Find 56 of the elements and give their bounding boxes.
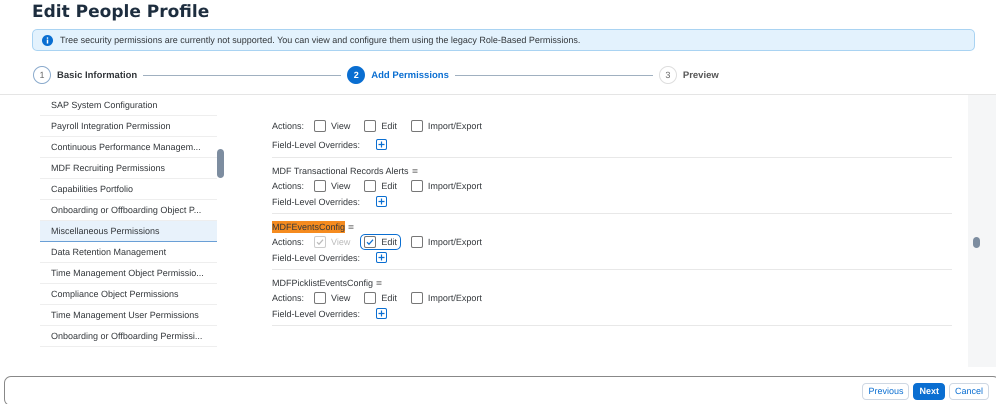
step-number[interactable]: 1 xyxy=(33,66,51,84)
checkbox[interactable]: Edit xyxy=(360,118,401,134)
overrides-label: Field-Level Overrides: xyxy=(272,196,360,207)
add-icon[interactable] xyxy=(376,196,388,208)
sidebar-item[interactable]: MDF Recruiting Permissions xyxy=(40,158,217,179)
check-icon xyxy=(315,236,326,247)
add-icon[interactable] xyxy=(376,252,388,264)
info-icon xyxy=(42,34,53,46)
sidebar-item[interactable]: Compliance Object Permissions xyxy=(40,284,217,305)
scrollbar-thumb[interactable] xyxy=(973,237,980,248)
footer-button[interactable]: Next xyxy=(913,382,945,400)
step-number[interactable]: 2 xyxy=(347,66,366,84)
step-label[interactable]: Basic Information xyxy=(57,70,138,80)
checkbox[interactable]: Import/Export xyxy=(406,118,486,134)
permission-name: MDF Transactional Records Alerts xyxy=(272,164,409,177)
checkbox[interactable]: View xyxy=(310,118,354,134)
sidebar-item[interactable]: Payroll Integration Permission xyxy=(40,116,217,137)
add-icon[interactable] xyxy=(376,139,388,150)
info-mark-icon xyxy=(412,168,418,174)
checkbox[interactable]: Edit xyxy=(360,234,401,250)
overrides-label: Field-Level Overrides: xyxy=(272,140,360,150)
overrides-label: Field-Level Overrides: xyxy=(272,252,360,263)
actions-label: Actions: xyxy=(272,292,304,303)
info-mark-icon xyxy=(376,280,382,286)
actions-label: Actions: xyxy=(272,120,304,130)
checkbox[interactable]: Edit xyxy=(360,178,401,194)
sidebar-item[interactable]: Time Management Object Permissio... xyxy=(40,263,217,284)
sidebar-item[interactable]: Data Retention Management xyxy=(40,242,217,263)
sidebar-item[interactable]: Onboarding or Offboarding Permissi... xyxy=(40,326,217,347)
step-number[interactable]: 3 xyxy=(658,66,677,84)
step-label[interactable]: Add Permissions xyxy=(371,70,449,80)
sidebar-item[interactable]: Continuous Performance Managem... xyxy=(40,137,217,158)
scrollbar-thumb[interactable] xyxy=(217,149,224,178)
page-title: Edit People Profile xyxy=(31,1,210,24)
footer-button[interactable]: Cancel xyxy=(948,382,989,400)
info-text: Tree security permissions are currently not supported. You can view and configure them using the legacy Role-Based Permissions. xyxy=(60,35,580,45)
actions-label: Actions: xyxy=(272,180,304,191)
checkbox[interactable]: Import/Export xyxy=(406,178,486,194)
sidebar-item[interactable]: Miscellaneous Permissions xyxy=(40,221,217,242)
checkbox[interactable]: Import/Export xyxy=(406,290,486,306)
footer-button[interactable]: Previous xyxy=(862,382,910,400)
permission-name: MDFEventsConfig xyxy=(272,220,346,233)
actions-label: Actions: xyxy=(272,236,304,247)
add-icon[interactable] xyxy=(376,308,388,320)
checkbox[interactable]: View xyxy=(310,290,354,306)
sidebar-item[interactable]: Time Management User Permissions xyxy=(40,305,217,326)
info-mark-icon xyxy=(348,224,354,230)
checkbox[interactable]: View xyxy=(310,178,354,194)
checkbox[interactable]: Import/Export xyxy=(406,234,486,250)
sidebar-item[interactable]: Capabilities Portfolio xyxy=(40,179,217,200)
step-label[interactable]: Preview xyxy=(682,70,719,80)
overrides-label: Field-Level Overrides: xyxy=(272,308,360,319)
permission-name: MDFPicklistEventsConfig xyxy=(272,276,374,289)
check-icon xyxy=(365,236,376,247)
checkbox[interactable]: Edit xyxy=(360,290,401,306)
sidebar-item[interactable]: SAP System Configuration xyxy=(40,95,217,116)
